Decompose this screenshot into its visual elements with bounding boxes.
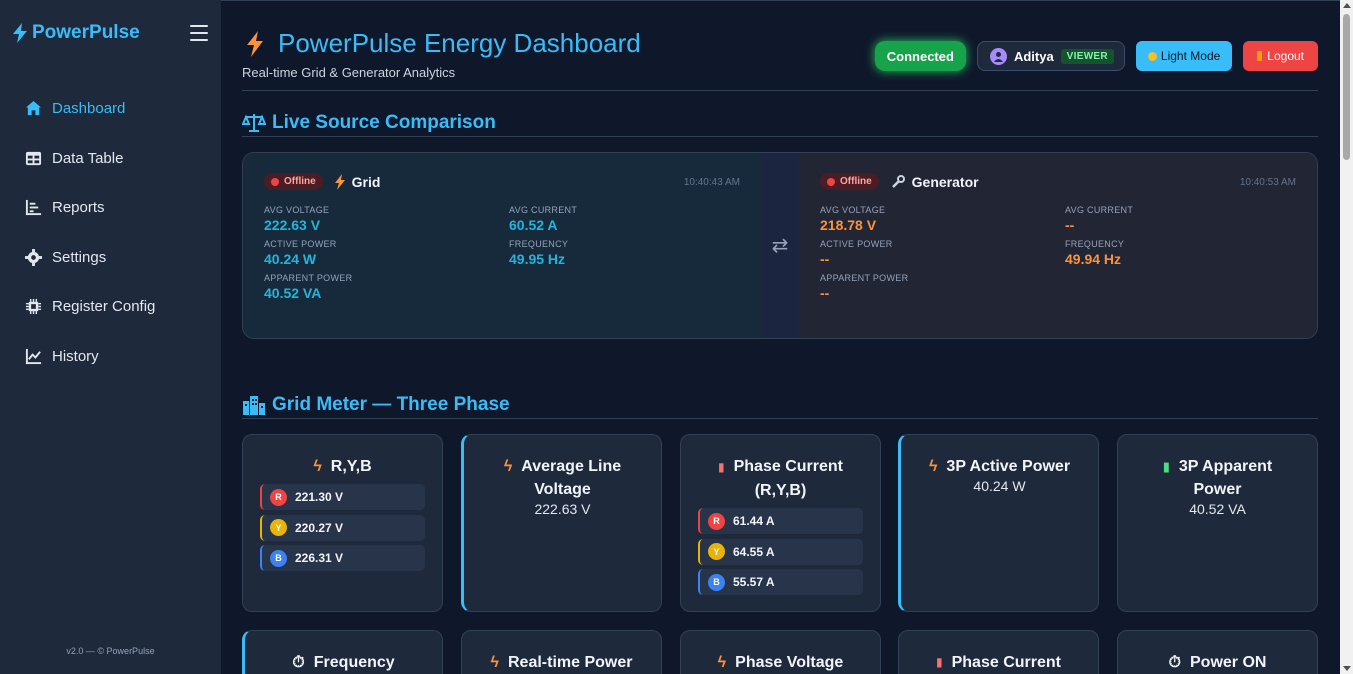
building-icon xyxy=(243,396,265,415)
card-frequency: ⏱ Frequency xyxy=(242,630,443,674)
sidebar-item-label: Reports xyxy=(52,199,105,217)
sidebar-item-label: Dashboard xyxy=(52,100,126,118)
page-header: PowerPulse Energy Dashboard Real-time Gr… xyxy=(242,24,1318,91)
section-title-grid-meter: Grid Meter — Three Phase xyxy=(242,394,1318,419)
plug-icon: ▮ xyxy=(718,460,725,474)
sidebar-item-dashboard[interactable]: Dashboard xyxy=(0,84,221,134)
section-title-comparison: Live Source Comparison xyxy=(242,112,1318,137)
phase-r-row: R 221.30 V xyxy=(260,484,425,510)
role-badge: VIEWER xyxy=(1060,48,1114,64)
grid-avg-current: 60.52 A xyxy=(509,217,558,233)
user-chip[interactable]: Aditya VIEWER xyxy=(976,41,1125,71)
grid-active-power: 40.24 W xyxy=(264,251,317,267)
wrench-icon xyxy=(891,174,905,188)
sidebar-item-register-config[interactable]: Register Config xyxy=(0,282,221,332)
table-icon xyxy=(24,149,42,167)
vertical-scrollbar[interactable] xyxy=(1340,0,1353,674)
scroll-down-icon[interactable] xyxy=(1343,666,1351,671)
bolt-icon xyxy=(334,173,345,190)
card-value: 40.24 W xyxy=(973,478,1026,494)
swap-arrows-icon: ⇄ xyxy=(761,153,799,338)
chart-bars-icon xyxy=(24,199,42,217)
stopwatch-icon: ⏱ xyxy=(1168,654,1181,671)
bolt-icon: ϟ xyxy=(928,458,938,475)
phase-b-row: B 55.57 A xyxy=(698,569,863,595)
card-ryb-voltage: ϟ R,Y,B R 221.30 V Y 220.27 V B 226.31 V xyxy=(242,434,443,612)
phase-r-row: R 61.44 A xyxy=(698,508,863,534)
light-mode-button[interactable]: Light Mode xyxy=(1135,41,1233,71)
bolt-icon: ϟ xyxy=(717,654,727,671)
phase-y-row: Y 64.55 A xyxy=(698,538,863,565)
card-3p-active-power: ϟ 3P Active Power 40.24 W xyxy=(898,434,1099,612)
version-footer: v2.0 — © PowerPulse xyxy=(66,646,155,656)
generator-source-card: Offline Generator 10:40:53 AM AVG VOLTAG… xyxy=(799,153,1317,338)
gen-avg-voltage: 218.78 V xyxy=(820,217,877,233)
sidebar-nav: Dashboard Data Table Reports Settings Re… xyxy=(0,84,221,381)
door-icon xyxy=(1257,51,1263,61)
sidebar-item-label: Settings xyxy=(52,248,107,266)
gen-active-power: -- xyxy=(820,251,830,267)
card-3p-apparent-power: ▮ 3P Apparent Power 40.52 VA xyxy=(1117,434,1318,612)
source-name: Generator xyxy=(891,174,979,190)
source-comparison-panel: Offline Grid 10:40:43 AM AVG VOLTAGE 222.… xyxy=(242,152,1318,339)
bolt-icon: ϟ xyxy=(490,654,499,671)
home-icon xyxy=(24,100,42,118)
sidebar-item-settings[interactable]: Settings xyxy=(0,233,221,283)
card-phase-current-2: ▮ Phase Current xyxy=(898,630,1099,674)
sun-icon xyxy=(1147,51,1157,61)
brand-name: PowerPulse xyxy=(32,22,140,43)
grid-source-card: Offline Grid 10:40:43 AM AVG VOLTAGE 222.… xyxy=(243,153,761,338)
gen-frequency: 49.94 Hz xyxy=(1065,251,1122,267)
sidebar: PowerPulse Dashboard Data Table Reports … xyxy=(0,0,221,674)
sidebar-item-data-table[interactable]: Data Table xyxy=(0,134,221,184)
source-name: Grid xyxy=(334,173,380,190)
bolt-icon: ϟ xyxy=(503,458,513,475)
timestamp: 10:40:53 AM xyxy=(1239,177,1296,188)
sidebar-item-reports[interactable]: Reports xyxy=(0,183,221,233)
status-badge: Offline xyxy=(820,173,879,190)
card-value: 222.63 V xyxy=(534,501,591,517)
card-real-time-power: ϟ Real-time Power xyxy=(461,630,662,674)
main-content: PowerPulse Energy Dashboard Real-time Gr… xyxy=(221,0,1340,674)
scale-icon xyxy=(242,114,266,132)
phase-y-row: Y 220.27 V xyxy=(260,514,425,541)
page-subtitle: Real-time Grid & Generator Analytics xyxy=(242,65,456,80)
scroll-thumb[interactable] xyxy=(1343,14,1350,160)
timestamp: 10:40:43 AM xyxy=(683,177,740,188)
sidebar-item-label: History xyxy=(52,347,99,365)
battery-icon: ▮ xyxy=(1162,459,1170,474)
bolt-icon xyxy=(247,30,263,57)
grid-apparent-power: 40.52 VA xyxy=(264,285,322,301)
gen-apparent-power: -- xyxy=(820,285,830,301)
user-name: Aditya xyxy=(1013,48,1054,64)
plug-icon: ▮ xyxy=(936,655,943,669)
card-power-on: ⏱ Power ON xyxy=(1117,630,1318,674)
card-phase-voltage: ϟ Phase Voltage xyxy=(680,630,881,674)
sidebar-item-history[interactable]: History xyxy=(0,332,221,382)
logout-button[interactable]: Logout xyxy=(1243,41,1318,71)
gear-icon xyxy=(24,248,42,266)
bolt-icon xyxy=(13,23,27,43)
status-badge: Offline xyxy=(264,173,323,190)
user-avatar-icon xyxy=(989,47,1007,65)
menu-toggle-icon[interactable] xyxy=(190,25,208,41)
chip-icon xyxy=(24,298,42,316)
page-title: PowerPulse Energy Dashboard xyxy=(246,28,641,59)
brand-logo[interactable]: PowerPulse xyxy=(12,22,140,44)
stopwatch-icon: ⏱ xyxy=(292,654,305,671)
phase-b-row: B 226.31 V xyxy=(260,545,425,571)
card-average-line-voltage: ϟ Average Line Voltage 222.63 V xyxy=(461,434,662,612)
grid-avg-voltage: 222.63 V xyxy=(264,217,321,233)
line-chart-icon xyxy=(24,347,42,365)
card-phase-current: ▮ Phase Current (R,Y,B) R 61.44 A Y 64.55 A… xyxy=(680,434,881,612)
sidebar-item-label: Register Config xyxy=(52,298,156,316)
grid-frequency: 49.95 Hz xyxy=(509,251,566,267)
bolt-icon: ϟ xyxy=(313,458,322,475)
card-value: 40.52 VA xyxy=(1189,501,1246,517)
connection-status-badge: Connected xyxy=(874,41,966,71)
scroll-up-icon[interactable] xyxy=(1343,3,1351,8)
sidebar-item-label: Data Table xyxy=(52,149,124,167)
gen-avg-current: -- xyxy=(1065,217,1075,233)
